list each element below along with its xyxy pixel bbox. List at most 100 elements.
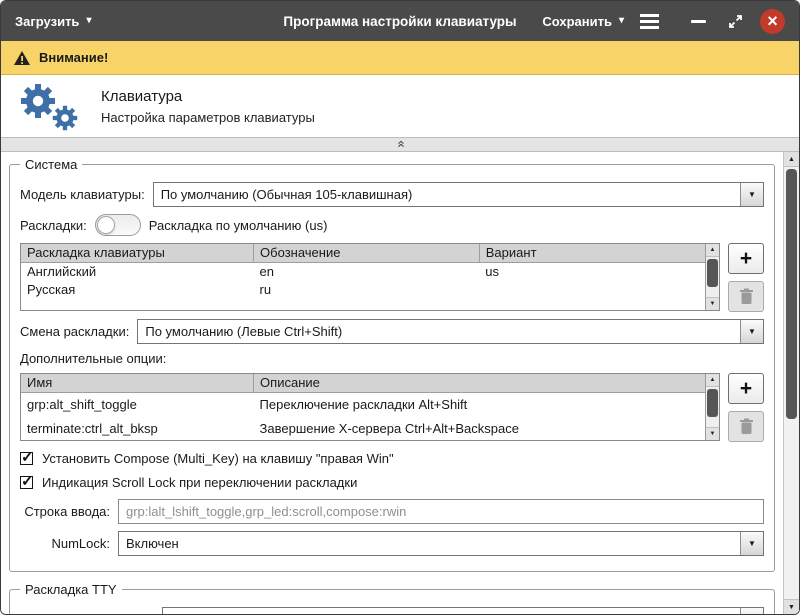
caret-down-icon: ▾: [86, 16, 91, 26]
chevron-down-icon[interactable]: ▼: [740, 183, 763, 206]
keyboard-model-row: Модель клавиатуры: По умолчанию (Обычная…: [20, 182, 764, 207]
close-icon: ×: [767, 12, 778, 30]
scrolllock-checkbox[interactable]: ✓: [20, 476, 33, 489]
titlebar: Загрузить ▾ Программа настройки клавиату…: [1, 1, 799, 41]
secondary-layout-row: Вторичная раскладка: По умолчанию (Амери…: [20, 607, 764, 614]
input-string-row: Строка ввода:: [20, 499, 764, 524]
secondary-layout-select[interactable]: По умолчанию (Американский Английский) ▼: [162, 607, 764, 614]
main-scrollbar: ▲ ▼: [783, 152, 799, 614]
scrolllock-checkbox-row: ✓ Индикация Scroll Lock при переключении…: [20, 475, 764, 490]
main-scrollbar-thumb[interactable]: [786, 169, 797, 419]
compose-checkbox[interactable]: ✓: [20, 452, 33, 465]
options-table-grid: Имя Описание grp:alt_shift_toggle Перекл…: [21, 374, 705, 440]
scrolllock-checkbox-label: Индикация Scroll Lock при переключении р…: [42, 475, 357, 490]
options-table-buttons: +: [728, 373, 764, 442]
layouts-table-grid: Раскладка клавиатуры Обозначение Вариант…: [21, 244, 705, 298]
cell-layout-variant: us: [479, 262, 705, 280]
layout-switch-select[interactable]: По умолчанию (Левые Ctrl+Shift) ▼: [137, 319, 764, 344]
scrollbar-thumb[interactable]: [707, 259, 718, 287]
cell-layout-variant: [479, 280, 705, 298]
keyboard-model-value: По умолчанию (Обычная 105-клавишная): [154, 183, 740, 206]
content-area: Система Модель клавиатуры: По умолчанию …: [1, 152, 799, 614]
input-string-label: Строка ввода:: [20, 504, 110, 519]
numlock-label: NumLock:: [20, 536, 110, 551]
chevron-down-icon[interactable]: ▼: [740, 608, 763, 614]
keyboard-module-gears-icon: [13, 77, 85, 135]
layout-switch-label: Смена раскладки:: [20, 324, 129, 339]
cell-option-name: terminate:ctrl_alt_bksp: [21, 416, 254, 440]
column-header-layout: Раскладка клавиатуры: [21, 244, 254, 262]
cell-layout-name: Русская: [21, 280, 254, 298]
cell-option-name: grp:alt_shift_toggle: [21, 392, 254, 416]
column-header-variant: Вариант: [479, 244, 705, 262]
delete-option-button[interactable]: [728, 411, 764, 442]
add-option-button[interactable]: +: [728, 373, 764, 404]
keyboard-model-select[interactable]: По умолчанию (Обычная 105-клавишная) ▼: [153, 182, 764, 207]
cell-layout-code: en: [254, 262, 480, 280]
numlock-select[interactable]: Включен ▼: [118, 531, 764, 556]
system-group-legend: Система: [20, 157, 82, 172]
scroll-up-icon[interactable]: ▲: [706, 244, 719, 257]
scroll-down-icon[interactable]: ▼: [706, 297, 719, 310]
input-string-field[interactable]: [118, 499, 764, 524]
layouts-table-block: Раскладка клавиатуры Обозначение Вариант…: [20, 243, 764, 312]
cell-option-description: Переключение раскладки Alt+Shift: [254, 392, 705, 416]
layouts-row: Раскладки: Раскладка по умолчанию (us): [20, 214, 764, 236]
options-table-scrollbar: ▲ ▼: [705, 374, 719, 440]
save-menu-button[interactable]: Сохранить ▾: [542, 14, 624, 29]
module-header-text: Клавиатура Настройка параметров клавиату…: [101, 88, 315, 125]
expand-icon[interactable]: [728, 14, 743, 29]
chevron-down-icon[interactable]: ▼: [740, 532, 763, 555]
delete-layout-button[interactable]: [728, 281, 764, 312]
layout-table-row[interactable]: Русская ru: [21, 280, 705, 298]
scroll-down-icon[interactable]: ▼: [706, 427, 719, 440]
scroll-up-icon[interactable]: ▲: [706, 374, 719, 387]
module-subtitle: Настройка параметров клавиатуры: [101, 110, 315, 125]
column-header-description: Описание: [254, 374, 705, 392]
minimize-icon[interactable]: [691, 20, 706, 23]
caret-down-icon: ▾: [619, 16, 624, 26]
scrollbar-thumb[interactable]: [707, 389, 718, 417]
add-layout-button[interactable]: +: [728, 243, 764, 274]
compose-checkbox-label: Установить Compose (Multi_Key) на клавиш…: [42, 451, 394, 466]
default-layout-toggle[interactable]: [95, 214, 141, 236]
column-header-code: Обозначение: [254, 244, 480, 262]
chevron-down-icon[interactable]: ▼: [740, 320, 763, 343]
layouts-table-buttons: +: [728, 243, 764, 312]
tty-group-legend: Раскладка TTY: [20, 582, 122, 597]
numlock-value: Включен: [119, 532, 740, 555]
layout-table-row[interactable]: Английский en us: [21, 262, 705, 280]
scroll-up-icon[interactable]: ▲: [784, 152, 799, 167]
load-menu-label: Загрузить: [15, 14, 79, 29]
tty-group: Раскладка TTY Вторичная раскладка: По ум…: [9, 582, 775, 614]
warning-icon: [13, 50, 31, 66]
secondary-layout-label: Вторичная раскладка:: [20, 612, 154, 614]
layouts-label: Раскладки:: [20, 218, 87, 233]
column-header-name: Имя: [21, 374, 254, 392]
keyboard-model-label: Модель клавиатуры:: [20, 187, 145, 202]
close-button[interactable]: ×: [760, 9, 785, 34]
hamburger-menu-icon[interactable]: [640, 14, 659, 29]
collapse-bar[interactable]: »: [1, 137, 799, 152]
check-icon: ✓: [21, 448, 34, 466]
extra-options-label: Дополнительные опции:: [20, 351, 166, 366]
trash-icon: [739, 418, 754, 435]
option-table-row[interactable]: grp:alt_shift_toggle Переключение раскла…: [21, 392, 705, 416]
cell-option-description: Завершение X-сервера Ctrl+Alt+Backspace: [254, 416, 705, 440]
layouts-table-header-row: Раскладка клавиатуры Обозначение Вариант: [21, 244, 705, 262]
module-title: Клавиатура: [101, 88, 315, 105]
toggle-knob: [97, 216, 115, 234]
load-menu-button[interactable]: Загрузить ▾: [15, 14, 91, 29]
scroll-down-icon[interactable]: ▼: [784, 599, 799, 614]
options-table-block: Имя Описание grp:alt_shift_toggle Перекл…: [20, 373, 764, 442]
layouts-hint: Раскладка по умолчанию (us): [149, 218, 328, 233]
layout-switch-value: По умолчанию (Левые Ctrl+Shift): [138, 320, 740, 343]
cell-layout-code: ru: [254, 280, 480, 298]
save-menu-label: Сохранить: [542, 14, 612, 29]
plus-icon: +: [740, 378, 752, 399]
option-table-row[interactable]: terminate:ctrl_alt_bksp Завершение X-сер…: [21, 416, 705, 440]
secondary-layout-value: По умолчанию (Американский Английский): [163, 608, 740, 614]
plus-icon: +: [740, 248, 752, 269]
module-header: Клавиатура Настройка параметров клавиату…: [1, 75, 799, 137]
settings-panel: Система Модель клавиатуры: По умолчанию …: [1, 152, 783, 614]
